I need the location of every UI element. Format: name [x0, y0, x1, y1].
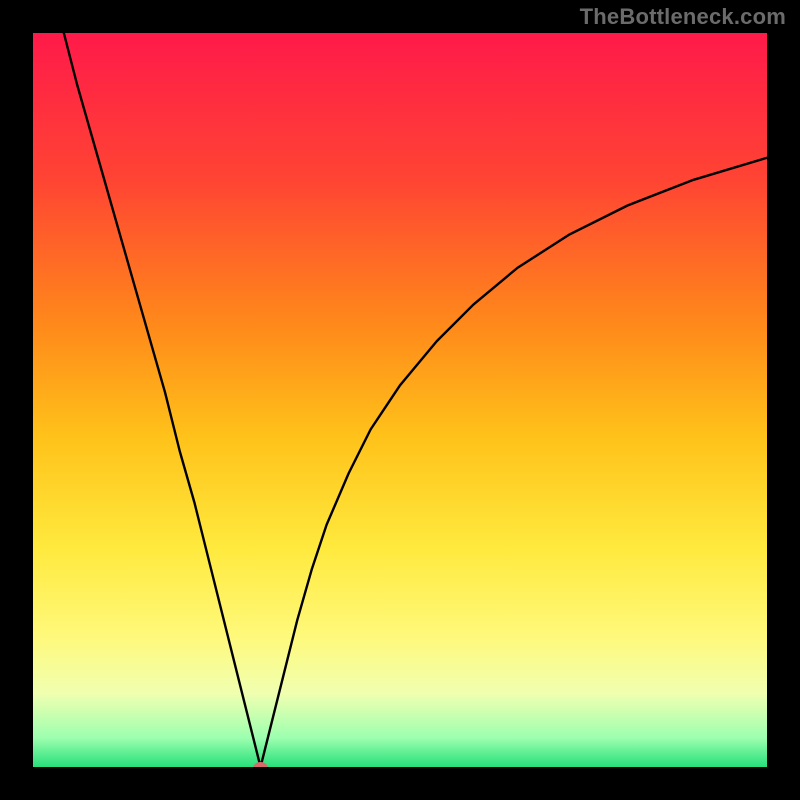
watermark-text: TheBottleneck.com — [580, 4, 786, 30]
gradient-background — [33, 33, 767, 767]
chart-frame: TheBottleneck.com — [0, 0, 800, 800]
bottleneck-chart — [0, 0, 800, 800]
minimum-marker — [254, 762, 268, 772]
